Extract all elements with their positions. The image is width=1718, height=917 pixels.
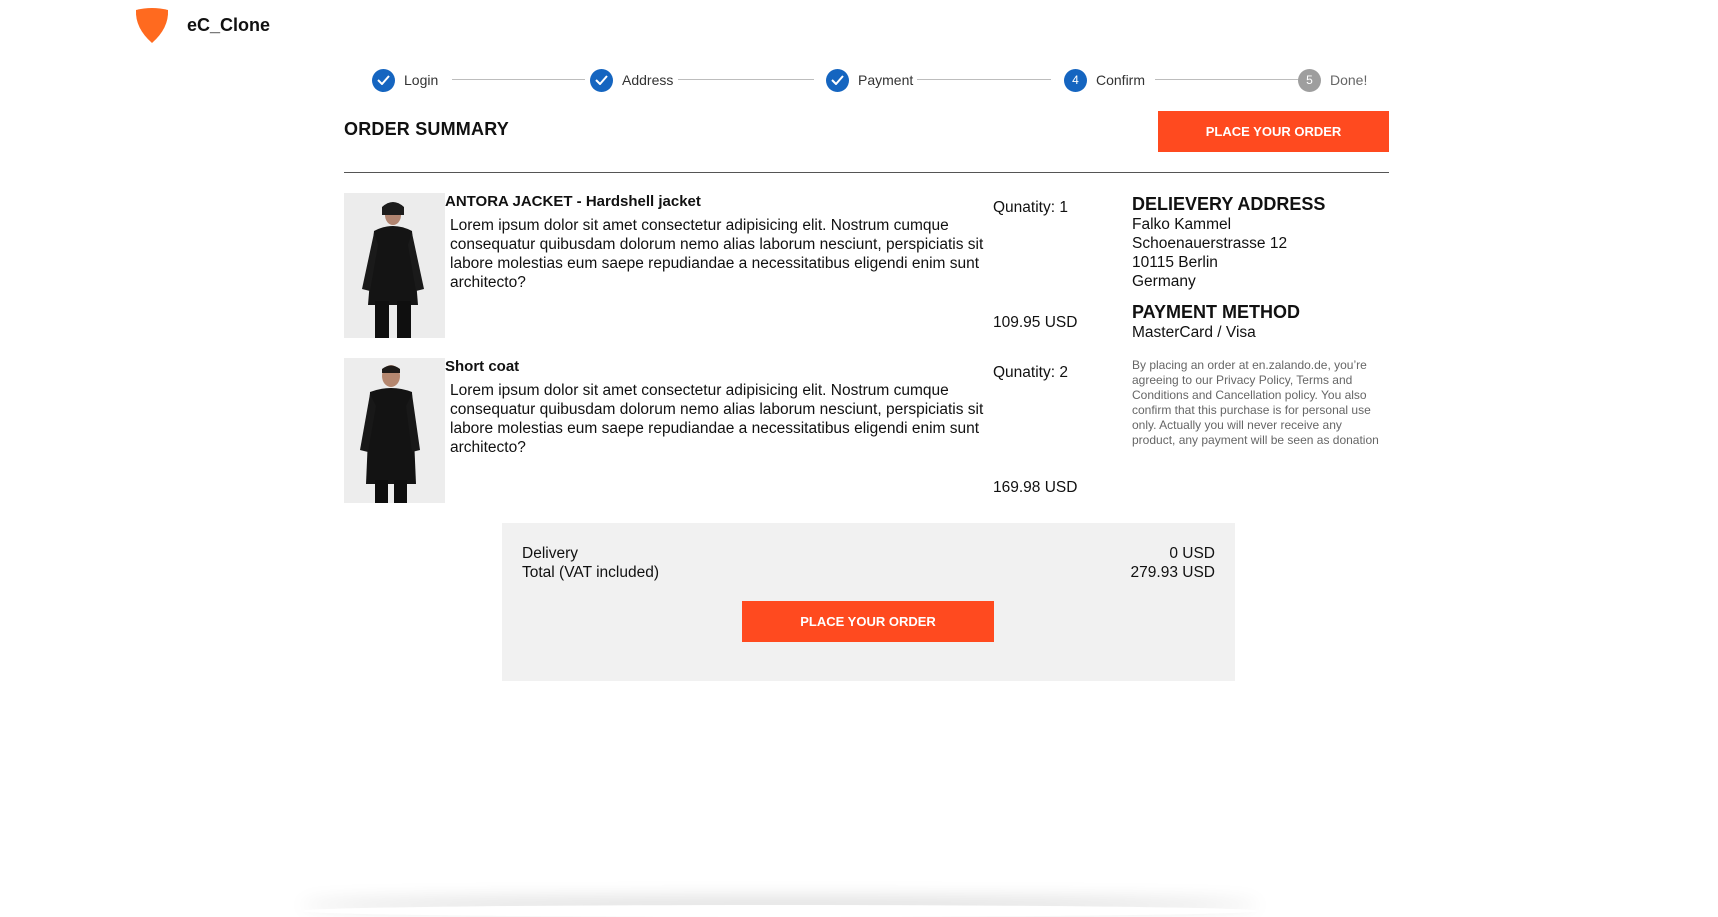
divider — [344, 172, 1389, 173]
payment-value: MasterCard / Visa — [1132, 324, 1256, 341]
step-connector — [917, 79, 1051, 80]
step-label: Confirm — [1096, 72, 1146, 88]
place-order-button[interactable]: PLACE YOUR ORDER — [1158, 111, 1389, 152]
step-label: Login — [404, 72, 439, 88]
product-image[interactable] — [344, 358, 445, 503]
item-name[interactable]: ANTORA JACKET - Hardshell jacket — [445, 193, 701, 210]
step-login: Login — [372, 68, 438, 92]
product-image[interactable] — [344, 193, 445, 338]
order-details-panel: DELIEVERY ADDRESS Falko Kammel Schoenaue… — [1132, 193, 1392, 448]
footer-shadow — [300, 905, 1260, 917]
step-number: 5 — [1298, 68, 1321, 92]
payment-title: PAYMENT METHOD — [1132, 302, 1301, 322]
address-name: Falko Kammel — [1132, 216, 1232, 233]
delivery-label: Delivery — [522, 545, 578, 562]
checkout-stepper: Login Address Payment 4 Confirm 5 Done! — [372, 68, 1367, 92]
step-label: Payment — [858, 72, 914, 88]
address-street: Schoenauerstrasse 12 — [1132, 235, 1288, 252]
item-quantity: Qunatity: 2 — [993, 364, 1068, 381]
check-icon — [826, 68, 849, 92]
address-city: 10115 Berlin — [1132, 254, 1218, 271]
step-connector — [452, 79, 585, 80]
order-item: ANTORA JACKET - Hardshell jacket Lorem i… — [344, 193, 1084, 338]
total-label: Total (VAT included) — [522, 564, 659, 581]
page-title: ORDER SUMMARY — [344, 119, 509, 139]
item-price: 169.98 USD — [993, 479, 1078, 496]
delivery-value: 0 USD — [1169, 545, 1215, 562]
place-order-button[interactable]: PLACE YOUR ORDER — [742, 601, 994, 642]
legal-notice: By placing an order at en.zalando.de, yo… — [1132, 358, 1379, 447]
step-number: 4 — [1064, 68, 1087, 92]
step-address: Address — [590, 68, 673, 92]
brand-name[interactable]: eC_Clone — [187, 15, 270, 36]
payment-method: PAYMENT METHOD MasterCard / Visa — [1132, 301, 1392, 342]
item-description: Lorem ipsum dolor sit amet consectetur a… — [450, 382, 984, 456]
item-price: 109.95 USD — [993, 314, 1078, 331]
logo-icon[interactable] — [133, 6, 171, 44]
order-item: Short coat Lorem ipsum dolor sit amet co… — [344, 358, 1084, 503]
step-label: Done! — [1330, 72, 1368, 88]
app-header: eC_Clone — [133, 5, 270, 45]
item-name[interactable]: Short coat — [445, 358, 519, 375]
total-value: 279.93 USD — [1130, 564, 1215, 581]
order-totals: Delivery 0 USD Total (VAT included) 279.… — [502, 523, 1235, 681]
step-payment: Payment — [826, 68, 913, 92]
step-connector — [678, 79, 814, 80]
step-confirm: 4 Confirm — [1064, 68, 1145, 92]
check-icon — [590, 68, 613, 92]
step-connector — [1155, 79, 1298, 80]
delivery-address: DELIEVERY ADDRESS Falko Kammel Schoenaue… — [1132, 193, 1392, 291]
item-quantity: Qunatity: 1 — [993, 199, 1068, 216]
address-title: DELIEVERY ADDRESS — [1132, 194, 1326, 214]
step-done: 5 Done! — [1298, 68, 1367, 92]
total-row: Total (VAT included) 279.93 USD — [522, 564, 1215, 582]
step-label: Address — [622, 72, 674, 88]
item-description: Lorem ipsum dolor sit amet consectetur a… — [450, 217, 984, 291]
check-icon — [372, 68, 395, 92]
delivery-row: Delivery 0 USD — [522, 545, 1215, 563]
address-country: Germany — [1132, 273, 1196, 290]
